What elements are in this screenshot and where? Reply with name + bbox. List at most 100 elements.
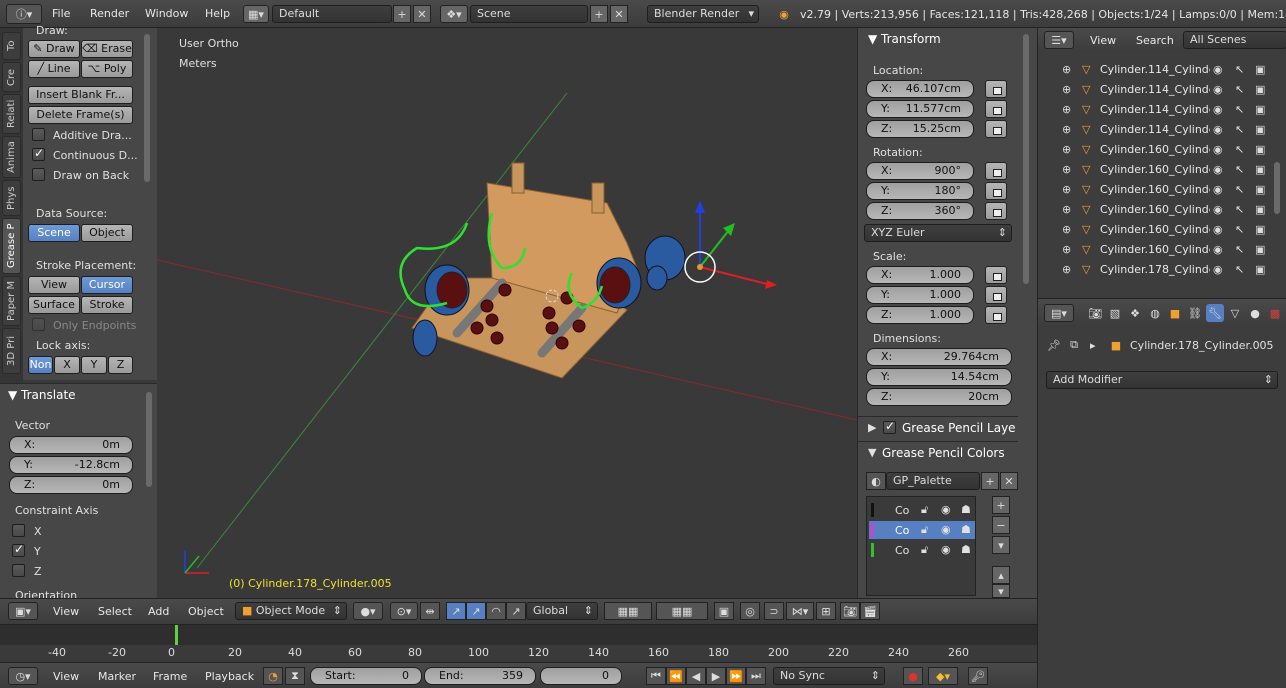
add-color-icon[interactable]: + (992, 496, 1010, 514)
data-tab-icon[interactable]: ▽ (1226, 304, 1244, 322)
end-frame-field[interactable]: End: 359 (424, 667, 536, 685)
rotation-z[interactable]: Z: 360° (866, 202, 974, 220)
gp-color-item[interactable]: Co 🔓︎ ◉ ☗ (869, 501, 975, 519)
modifiers-tab-icon[interactable]: 🔧︎ (1206, 304, 1224, 322)
camera-render-icon[interactable]: ▣ (1255, 123, 1265, 136)
palette-icon[interactable]: ◐ (866, 472, 886, 490)
cursor-select-icon[interactable]: ↖ (1235, 123, 1244, 136)
snap-element-icon[interactable]: ⋈▾ (786, 602, 814, 620)
outliner-editor-icon[interactable]: ☰▾ (1044, 31, 1074, 49)
jump-keyframe-forward-icon[interactable]: ⏩ (726, 667, 746, 685)
eye-icon[interactable]: ◉ (941, 543, 951, 556)
outliner-search-menu[interactable]: Search (1136, 34, 1174, 47)
3d-view-editor-icon[interactable]: ▣▾ (8, 602, 38, 620)
vector-z-field[interactable]: Z: 0m (9, 476, 133, 494)
menu-window[interactable]: Window (145, 7, 188, 20)
outliner-row[interactable]: ⊕ ▽ Cylinder.114_Cylinder ◉ ↖ ▣ (1040, 120, 1270, 140)
remove-scene-icon[interactable]: ✕ (610, 5, 628, 23)
expand-icon[interactable]: ⊕ (1062, 263, 1071, 276)
eye-icon[interactable]: ◉ (1213, 63, 1223, 76)
outliner-filter-select[interactable]: All Scenes (1183, 31, 1286, 49)
camera-render-icon[interactable]: ▣ (1255, 223, 1265, 236)
lock-icon[interactable]: 🔓︎ (921, 503, 928, 517)
render-engine-selector[interactable]: Blender Render ▾ (647, 5, 759, 23)
tab-physics[interactable]: Phys (2, 180, 21, 216)
keyframe-insert-icon[interactable]: 🔑︎ (968, 667, 988, 685)
draw-button[interactable]: ✎ Draw (28, 40, 80, 58)
scale-y[interactable]: Y: 1.000 (866, 286, 974, 304)
lock-icon[interactable]: 🔓︎ (921, 523, 928, 537)
texture-tab-icon[interactable]: ▩ (1266, 304, 1284, 322)
cursor-select-icon[interactable]: ↖ (1235, 143, 1244, 156)
timeline-view-menu[interactable]: View (53, 670, 79, 683)
rotation-x[interactable]: X: 900° (866, 162, 974, 180)
layout-icon[interactable]: ▦▾ (243, 5, 269, 23)
add-menu[interactable]: Add (148, 605, 169, 618)
eye-icon[interactable]: ◉ (1213, 223, 1223, 236)
menu-help[interactable]: Help (205, 7, 230, 20)
add-palette-icon[interactable]: + (981, 472, 999, 490)
rotation-y[interactable]: Y: 180° (866, 182, 974, 200)
remove-layout-icon[interactable]: ✕ (413, 5, 431, 23)
lock-scale-y[interactable] (985, 286, 1007, 304)
location-z[interactable]: Z: 15.25cm (866, 120, 974, 138)
object-menu[interactable]: Object (188, 605, 224, 618)
translate-title[interactable]: ▼ Translate (8, 388, 76, 402)
expand-icon[interactable]: ⊕ (1062, 183, 1071, 196)
gp-layers-header[interactable]: ▶ Grease Pencil Layers (858, 416, 1018, 438)
location-x[interactable]: X: 46.107cm (866, 80, 974, 98)
preview-range-icon[interactable]: ◔ (263, 667, 283, 685)
render-tab-icon[interactable]: 📷︎ (1086, 304, 1104, 322)
cursor-select-icon[interactable]: ↖ (1235, 83, 1244, 96)
jump-end-icon[interactable]: ⏭ (746, 667, 766, 685)
translate-manipulator-icon[interactable]: ↗ (446, 602, 466, 620)
render-animation-icon[interactable]: 🎬︎ (860, 602, 880, 620)
world-tab-icon[interactable]: ◍ (1146, 304, 1164, 322)
erase-button[interactable]: ⌫ Erase (81, 40, 133, 58)
expand-icon[interactable]: ⊕ (1062, 203, 1071, 216)
tab-create[interactable]: Cre (2, 62, 21, 92)
delete-frames-button[interactable]: Delete Frame(s) (28, 106, 133, 124)
eye-icon[interactable]: ◉ (1213, 203, 1223, 216)
cursor-select-icon[interactable]: ↖ (1235, 203, 1244, 216)
lock-rotation-y[interactable] (985, 182, 1007, 200)
gp-color-item-selected[interactable]: Co 🔓︎ ◉ ☗ (869, 521, 975, 539)
vector-y-field[interactable]: Y: -12.8cm (9, 456, 133, 474)
outliner-row[interactable]: ⊕ ▽ Cylinder.114_Cylinder ◉ ↖ ▣ (1040, 100, 1270, 120)
location-y[interactable]: Y: 11.577cm (866, 100, 974, 118)
ghost-icon[interactable]: ☗ (961, 543, 971, 556)
time-stretch-icon[interactable]: ⧗ (285, 667, 305, 685)
lock-rotation-z[interactable] (985, 202, 1007, 220)
additive-drawing-checkbox[interactable] (32, 128, 45, 141)
camera-render-icon[interactable]: ▣ (1255, 263, 1265, 276)
start-frame-field[interactable]: Start: 0 (310, 667, 422, 685)
eye-icon[interactable]: ◉ (1213, 103, 1223, 116)
snap-icon[interactable]: ⊃ (764, 602, 784, 620)
timeline-frame-menu[interactable]: Frame (153, 670, 187, 683)
timeline-marker-menu[interactable]: Marker (98, 670, 136, 683)
outliner-row[interactable]: ⊕ ▽ Cylinder.160_Cylinder ◉ ↖ ▣ (1040, 180, 1270, 200)
placement-cursor[interactable]: Cursor (81, 276, 133, 294)
tab-relations[interactable]: Relati (2, 94, 21, 134)
translate-scrollbar[interactable] (146, 392, 152, 487)
placement-surface[interactable]: Surface (28, 296, 80, 314)
remove-color-icon[interactable]: − (992, 516, 1010, 534)
outliner-row[interactable]: ⊕ ▽ Cylinder.160_Cylinder ◉ ↖ ▣ (1040, 240, 1270, 260)
timeline-editor-icon[interactable]: ◷▾ (8, 667, 38, 685)
lock-icon[interactable]: 🔓︎ (921, 543, 928, 557)
dimension-x[interactable]: X: 29.764cm (866, 348, 1012, 366)
outliner-row[interactable]: ⊕ ▽ Cylinder.160_Cylinder ◉ ↖ ▣ (1040, 140, 1270, 160)
eye-icon[interactable]: ◉ (1213, 83, 1223, 96)
tab-3d-print[interactable]: 3D Pri (2, 328, 21, 374)
scale-z[interactable]: Z: 1.000 (866, 306, 974, 324)
expand-icon[interactable]: ⊕ (1062, 83, 1071, 96)
outliner-row[interactable]: ⊕ ▽ Cylinder.178_Cylinder ◉ ↖ ▣ (1040, 260, 1270, 280)
cursor-select-icon[interactable]: ↖ (1235, 243, 1244, 256)
camera-render-icon[interactable]: ▣ (1255, 163, 1265, 176)
data-source-object[interactable]: Object (81, 224, 133, 242)
add-modifier-select[interactable]: Add Modifier ⇕ (1046, 371, 1278, 389)
outliner-row[interactable]: ⊕ ▽ Cylinder.160_Cylinder ◉ ↖ ▣ (1040, 160, 1270, 180)
viewport-shading-icon[interactable]: ●▾ (353, 602, 383, 620)
outliner-row[interactable]: ⊕ ▽ Cylinder.114_Cylinder ◉ ↖ ▣ (1040, 80, 1270, 100)
expand-icon[interactable]: ⊕ (1062, 163, 1071, 176)
